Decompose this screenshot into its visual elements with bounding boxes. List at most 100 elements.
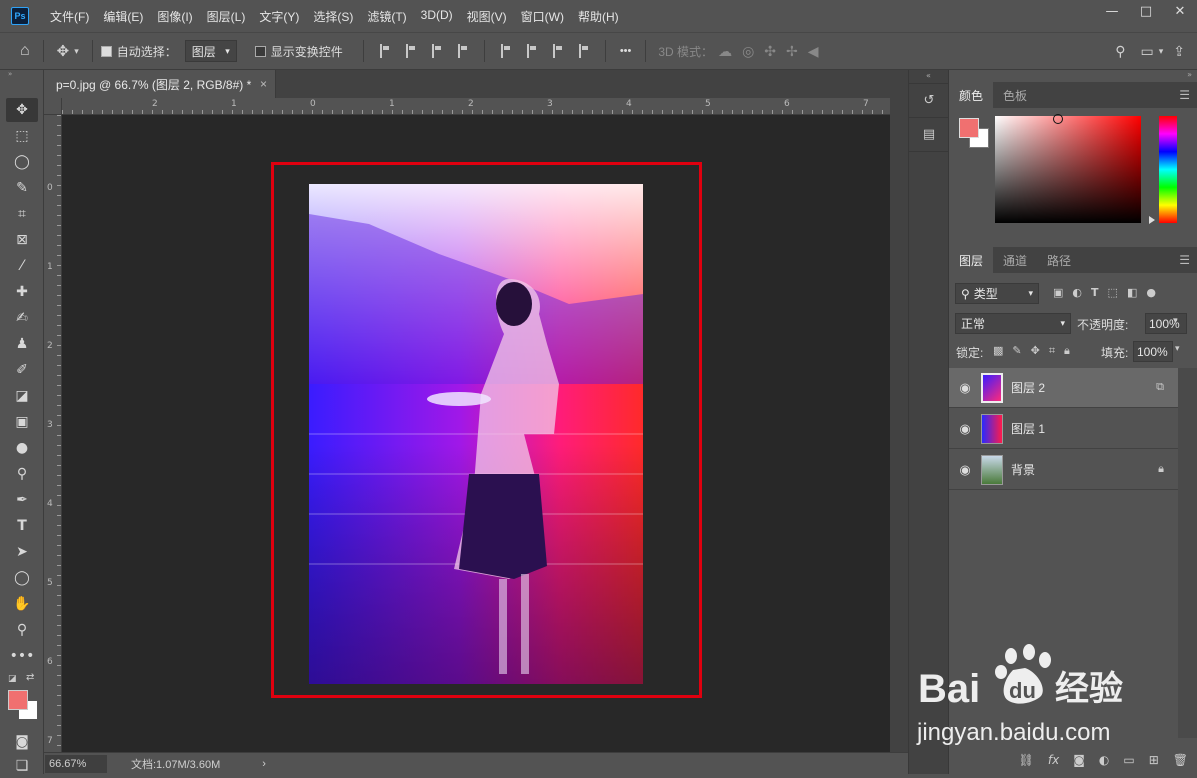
screen-mode-icon[interactable]: ❏ [6, 754, 38, 778]
visibility-eye-icon[interactable]: ◉ [949, 380, 981, 396]
minimize-button[interactable]: — [1095, 0, 1129, 22]
distribute-icon[interactable] [457, 44, 468, 58]
lock-paint-icon[interactable]: ✎ [1012, 344, 1021, 358]
align-left-icon[interactable] [379, 44, 390, 58]
healing-brush-icon[interactable]: ✚ [6, 280, 38, 304]
menu-type[interactable]: 文字(Y) [252, 8, 306, 25]
visibility-eye-icon[interactable]: ◉ [949, 421, 981, 437]
share-icon[interactable]: ⇪ [1173, 43, 1185, 60]
menu-image[interactable]: 图像(I) [150, 8, 199, 25]
chevron-down-icon[interactable]: ▾ [1173, 316, 1178, 326]
menu-3d[interactable]: 3D(D) [414, 8, 460, 25]
fill-field[interactable]: 100% [1133, 341, 1173, 362]
layers-scrollbar[interactable] [1178, 368, 1197, 738]
quick-select-tool-icon[interactable]: ✎ [6, 176, 38, 200]
distribute-vertical-icon[interactable] [578, 44, 589, 58]
menu-layer[interactable]: 图层(L) [200, 8, 253, 25]
align-center-icon[interactable] [405, 44, 416, 58]
zoom-tool-icon[interactable]: ⚲ [6, 618, 38, 642]
collapse-arrows-icon[interactable]: « [909, 70, 948, 84]
menu-select[interactable]: 选择(S) [306, 8, 360, 25]
align-right-icon[interactable] [431, 44, 442, 58]
horizontal-ruler[interactable]: 2 1 0 1 2 3 4 5 6 7 [62, 98, 890, 115]
chevron-down-icon[interactable]: ▾ [1159, 46, 1164, 57]
maximize-button[interactable]: □ [1129, 0, 1163, 22]
3d-roll-icon[interactable]: ◎ [742, 43, 754, 60]
foreground-color-swatch[interactable] [8, 690, 28, 710]
pen-tool-icon[interactable]: ✒ [6, 488, 38, 512]
menu-file[interactable]: 文件(F) [43, 8, 96, 25]
move-tool-icon[interactable]: ✥ [6, 98, 38, 122]
3d-pan-icon[interactable]: ✣ [764, 43, 776, 60]
menu-window[interactable]: 窗口(W) [514, 8, 571, 25]
gradient-tool-icon[interactable]: ▣ [6, 410, 38, 434]
filter-toggle-icon[interactable]: ● [1146, 286, 1156, 299]
tab-channels[interactable]: 通道 [993, 247, 1037, 273]
hue-slider[interactable] [1159, 116, 1177, 223]
close-window-button[interactable]: ✕ [1163, 0, 1197, 22]
quick-mask-icon[interactable]: ◙ [6, 730, 38, 754]
align-middle-icon[interactable] [526, 44, 537, 58]
crop-tool-icon[interactable]: ⌗ [6, 202, 38, 226]
panel-menu-icon[interactable]: ☰ [1179, 247, 1190, 273]
auto-select-dropdown[interactable]: 图层 ▾ [184, 40, 237, 62]
3d-orbit-icon[interactable]: ☁ [718, 43, 732, 60]
lock-position-icon[interactable]: ✥ [1031, 344, 1040, 358]
vertical-scrollbar[interactable] [890, 98, 908, 752]
status-menu-arrow[interactable]: › [262, 758, 266, 770]
layer-style-icon[interactable]: fx [1048, 753, 1059, 767]
dodge-tool-icon[interactable]: ⚲ [6, 462, 38, 486]
lock-transparent-icon[interactable]: ▩ [993, 344, 1003, 358]
align-bottom-icon[interactable] [552, 44, 563, 58]
auto-select-checkbox[interactable] [100, 45, 112, 57]
properties-panel-icon[interactable]: ▤ [909, 118, 949, 152]
filter-adjustment-icon[interactable]: ◐ [1072, 286, 1082, 299]
filter-shape-icon[interactable]: ⬚ [1108, 286, 1118, 299]
blend-mode-dropdown[interactable]: 正常 ▾ [955, 313, 1071, 334]
filter-smart-object-icon[interactable]: ◧ [1127, 286, 1137, 299]
chevron-down-icon[interactable]: ▾ [74, 46, 79, 57]
history-panel-icon[interactable]: ↺ [909, 84, 949, 118]
tab-color[interactable]: 颜色 [949, 82, 994, 108]
more-tools-icon[interactable]: ••• [6, 644, 38, 668]
move-tool-icon[interactable]: ✥ [57, 42, 70, 60]
workspace-icon[interactable]: ▭ [1141, 43, 1154, 60]
menu-view[interactable]: 视图(V) [460, 8, 514, 25]
layer-row[interactable]: ◉ 背景 🔒︎ [949, 450, 1178, 490]
document-tab[interactable]: p=0.jpg @ 66.7% (图层 2, RGB/8#) * × [44, 70, 276, 98]
marquee-tool-icon[interactable]: ⬚ [6, 124, 38, 148]
lock-all-icon[interactable]: 🔒︎ [1064, 344, 1070, 358]
link-layers-icon[interactable]: ⛓ [1019, 753, 1034, 767]
foreground-color-swatch[interactable] [959, 118, 979, 138]
search-icon[interactable]: ⚲ [1115, 43, 1125, 60]
home-icon[interactable]: ⌂ [20, 42, 30, 60]
layer-row[interactable]: ◉ 图层 1 [949, 409, 1178, 449]
trash-icon[interactable]: 🗑︎ [1173, 753, 1188, 767]
menu-help[interactable]: 帮助(H) [571, 8, 626, 25]
close-tab-icon[interactable]: × [260, 77, 267, 91]
blur-tool-icon[interactable]: ● [6, 436, 38, 460]
filter-type-icon[interactable]: T [1091, 286, 1099, 299]
tab-layers[interactable]: 图层 [949, 247, 994, 273]
chevron-down-icon[interactable]: ▾ [1175, 344, 1180, 354]
opacity-field[interactable]: 100% [1145, 313, 1187, 334]
swap-colors-icon[interactable]: ⇄ [26, 672, 34, 683]
collapse-arrows-icon[interactable]: » [949, 70, 1197, 82]
menu-edit[interactable]: 编辑(E) [96, 8, 150, 25]
new-group-icon[interactable]: ▭ [1123, 753, 1134, 767]
hue-slider-marker[interactable] [1149, 216, 1155, 224]
collapse-arrows-icon[interactable]: » [0, 70, 43, 78]
lasso-tool-icon[interactable]: ◯ [6, 150, 38, 174]
tab-paths[interactable]: 路径 [1037, 247, 1081, 273]
layer-filter-dropdown[interactable]: ⚲ 类型 ▾ [955, 283, 1039, 304]
type-tool-icon[interactable]: T [6, 514, 38, 538]
filter-pixel-icon[interactable]: ▣ [1053, 286, 1063, 299]
color-picker-field[interactable] [995, 114, 1141, 223]
3d-slide-icon[interactable]: ✢ [786, 43, 798, 60]
show-transform-checkbox[interactable] [254, 45, 266, 57]
history-brush-icon[interactable]: ✐ [6, 358, 38, 382]
frame-tool-icon[interactable]: ⊠ [6, 228, 38, 252]
vertical-ruler[interactable]: 0 1 2 3 4 5 6 7 [44, 115, 62, 752]
more-options-button[interactable]: ••• [620, 45, 632, 57]
clone-stamp-icon[interactable]: ♟ [6, 332, 38, 356]
